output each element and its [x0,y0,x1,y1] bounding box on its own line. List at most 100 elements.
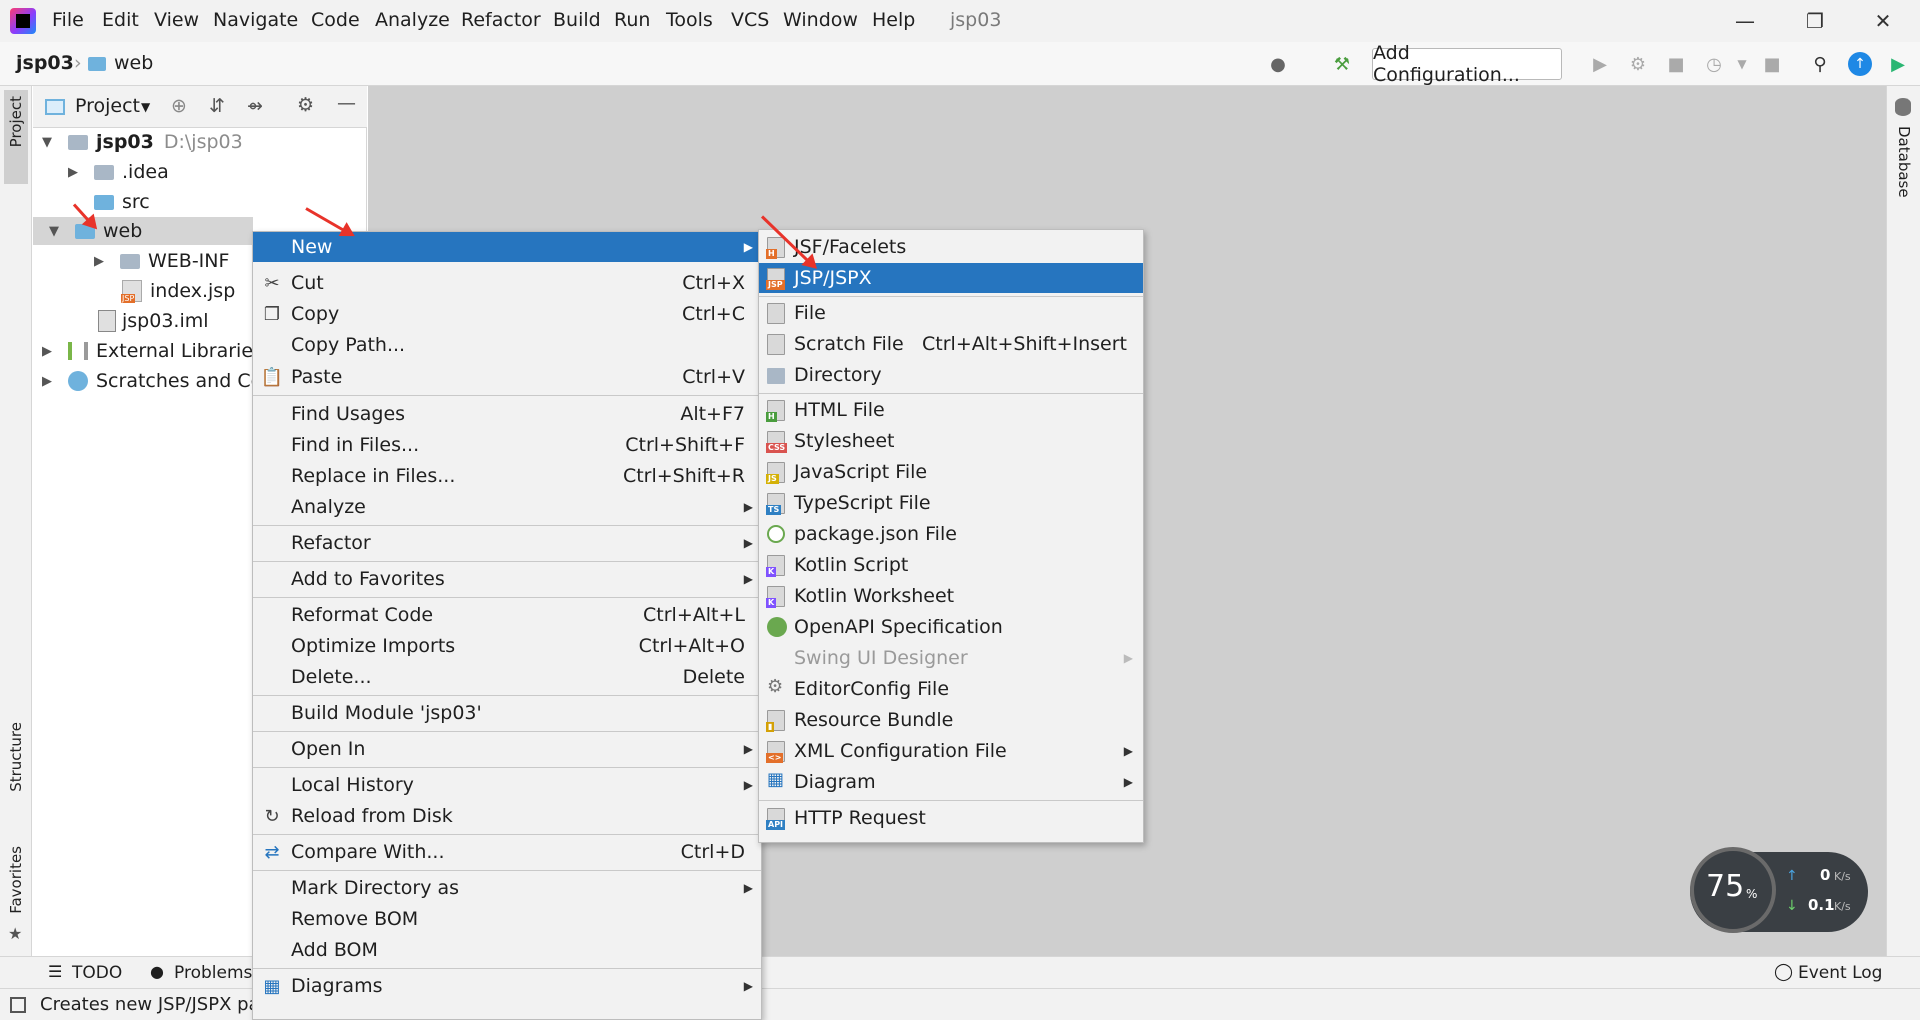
menu-item-cut[interactable]: ✂ Cut Ctrl+X [253,268,761,298]
menu-item-optimize-imports[interactable]: Optimize Imports Ctrl+Alt+O [253,631,761,661]
menu-item-find-in-files[interactable]: Find in Files... Ctrl+Shift+F [253,430,761,460]
debug-icon[interactable]: ⚙ [1626,52,1650,76]
tree-node-src[interactable]: src [94,188,150,216]
menu-edit[interactable]: Edit [102,9,139,31]
menu-item-open-in[interactable]: Open In ▶ [253,734,761,764]
chevron-right-icon[interactable]: ▶ [94,254,120,269]
tab-database[interactable]: Database [1895,126,1913,198]
tree-node-web-inf[interactable]: ▶ WEB-INF [94,247,229,275]
menu-item-copy[interactable]: ❐ Copy Ctrl+C [253,299,761,329]
update-icon[interactable]: ↑ [1848,52,1872,76]
submenu-item-kotlin-script[interactable]: K Kotlin Script [759,550,1143,580]
menu-build[interactable]: Build [553,9,601,31]
submenu-item-typescript-file[interactable]: TS TypeScript File [759,488,1143,518]
menu-item-delete[interactable]: Delete... Delete [253,662,761,692]
menu-refactor[interactable]: Refactor [461,9,541,31]
tree-node-jsp03[interactable]: ▼ jsp03 D:\jsp03 [42,128,243,156]
restore-icon[interactable]: ❐ [1792,4,1838,38]
menu-item-analyze[interactable]: Analyze ▶ [253,492,761,522]
chevron-down-icon[interactable]: ▼ [33,224,75,239]
submenu-item-directory[interactable]: Directory [759,360,1143,390]
user-icon[interactable]: ● [1266,52,1290,76]
menu-item-reload-from-disk[interactable]: ↻ Reload from Disk [253,801,761,831]
menu-item-compare-with[interactable]: ⇄ Compare With... Ctrl+D [253,837,761,867]
submenu-item-kotlin-worksheet[interactable]: K Kotlin Worksheet [759,581,1143,611]
add-configuration-button[interactable]: Add Configuration... [1372,42,1562,86]
breadcrumb-project[interactable]: jsp03 [16,52,74,74]
expand-all-icon[interactable]: ⇵ [209,95,225,117]
submenu-item-scratch-file[interactable]: Scratch File Ctrl+Alt+Shift+Insert [759,329,1143,359]
tree-node-scratches[interactable]: ▶ Scratches and Cor [42,367,270,395]
profile-icon[interactable]: ◷ [1702,52,1726,76]
menu-item-refactor[interactable]: Refactor ▶ [253,528,761,558]
submenu-item-openapi[interactable]: OpenAPI Specification [759,612,1143,642]
menu-run[interactable]: Run [614,9,650,31]
menu-item-add-to-favorites[interactable]: Add to Favorites ▶ [253,564,761,594]
menu-tools[interactable]: Tools [666,9,713,31]
submenu-item-stylesheet[interactable]: CSS Stylesheet [759,426,1143,456]
search-icon[interactable]: ⚲ [1808,52,1832,76]
menu-item-mark-directory-as[interactable]: Mark Directory as ▶ [253,873,761,903]
tree-node-web[interactable]: ▼ web [33,217,253,245]
submenu-item-http-request[interactable]: API HTTP Request [759,803,1143,833]
chevron-down-icon[interactable]: ▼ [42,135,68,150]
menu-view[interactable]: View [154,9,199,31]
close-icon[interactable]: ✕ [1860,4,1906,38]
chevron-right-icon[interactable]: ▶ [42,374,68,389]
menu-item-add-bom[interactable]: Add BOM [253,935,761,965]
chevron-down-icon[interactable]: ▼ [1730,52,1754,76]
menu-item-reformat-code[interactable]: Reformat Code Ctrl+Alt+L [253,600,761,630]
submenu-item-file[interactable]: File [759,298,1143,328]
minimize-icon[interactable]: — [1722,4,1768,38]
menu-item-remove-bom[interactable]: Remove BOM [253,904,761,934]
tab-structure[interactable]: Structure [7,722,25,792]
breadcrumb-web[interactable]: web [114,52,153,74]
submenu-item-diagram[interactable]: ▦ Diagram ▶ [759,767,1143,797]
tree-node-idea[interactable]: ▶ .idea [68,158,169,186]
stop-icon[interactable]: ■ [1760,52,1784,76]
tab-favorites[interactable]: Favorites [7,846,25,914]
menu-item-paste[interactable]: 📋 Paste Ctrl+V [253,362,761,392]
menu-file[interactable]: File [52,9,84,31]
chevron-right-icon[interactable]: ▶ [42,344,68,359]
menu-help[interactable]: Help [872,9,915,31]
tab-problems[interactable]: Problems [174,963,252,983]
gear-icon[interactable]: ⚙ [297,94,314,116]
collapse-all-icon[interactable]: ⇴ [247,95,263,117]
submenu-item-resource-bundle[interactable]: ▮ Resource Bundle [759,705,1143,735]
tab-project[interactable]: Project [7,96,25,147]
submenu-item-package-json[interactable]: package.json File [759,519,1143,549]
menu-item-copy-path[interactable]: Copy Path... [253,330,761,360]
tree-node-jsp03-iml[interactable]: jsp03.iml [98,307,209,335]
menu-item-new[interactable]: New ▶ [253,232,761,262]
tree-node-index-jsp[interactable]: JSP index.jsp [121,277,235,305]
tab-event-log[interactable]: Event Log [1798,963,1882,983]
menu-analyze[interactable]: Analyze [375,9,450,31]
menu-item-replace-in-files[interactable]: Replace in Files... Ctrl+Shift+R [253,461,761,491]
menu-window[interactable]: Window [783,9,858,31]
chevron-down-icon[interactable]: ▼ [141,100,150,114]
tab-todo[interactable]: TODO [72,963,122,983]
menu-item-build-module[interactable]: Build Module 'jsp03' [253,698,761,728]
menu-vcs[interactable]: VCS [731,9,769,31]
project-view-selector[interactable]: Project [75,95,140,117]
hide-panel-icon[interactable]: — [337,92,356,114]
run-icon[interactable]: ▶ [1588,52,1612,76]
layout-icon[interactable] [10,997,26,1013]
coverage-icon[interactable]: ■ [1664,52,1688,76]
menu-navigate[interactable]: Navigate [213,9,298,31]
tree-node-external-libraries[interactable]: ▶ External Libraries [42,337,263,365]
submenu-item-xml-configuration[interactable]: <> XML Configuration File ▶ [759,736,1143,766]
chevron-right-icon[interactable]: ▶ [68,165,94,180]
locate-icon[interactable]: ⊕ [171,95,187,117]
submenu-item-swing-ui-designer[interactable]: Swing UI Designer ▶ [759,643,1143,673]
menu-code[interactable]: Code [311,9,360,31]
submenu-item-javascript-file[interactable]: JS JavaScript File [759,457,1143,487]
menu-item-diagrams[interactable]: ▦ Diagrams ▶ [253,971,761,1001]
submenu-item-html-file[interactable]: H HTML File [759,395,1143,425]
menu-item-local-history[interactable]: Local History ▶ [253,770,761,800]
submenu-item-editorconfig[interactable]: ⚙ EditorConfig File [759,674,1143,704]
menu-item-find-usages[interactable]: Find Usages Alt+F7 [253,399,761,429]
build-hammer-icon[interactable]: ⚒ [1330,52,1354,76]
jetbrains-toolbox-icon[interactable]: ▶ [1886,52,1910,76]
